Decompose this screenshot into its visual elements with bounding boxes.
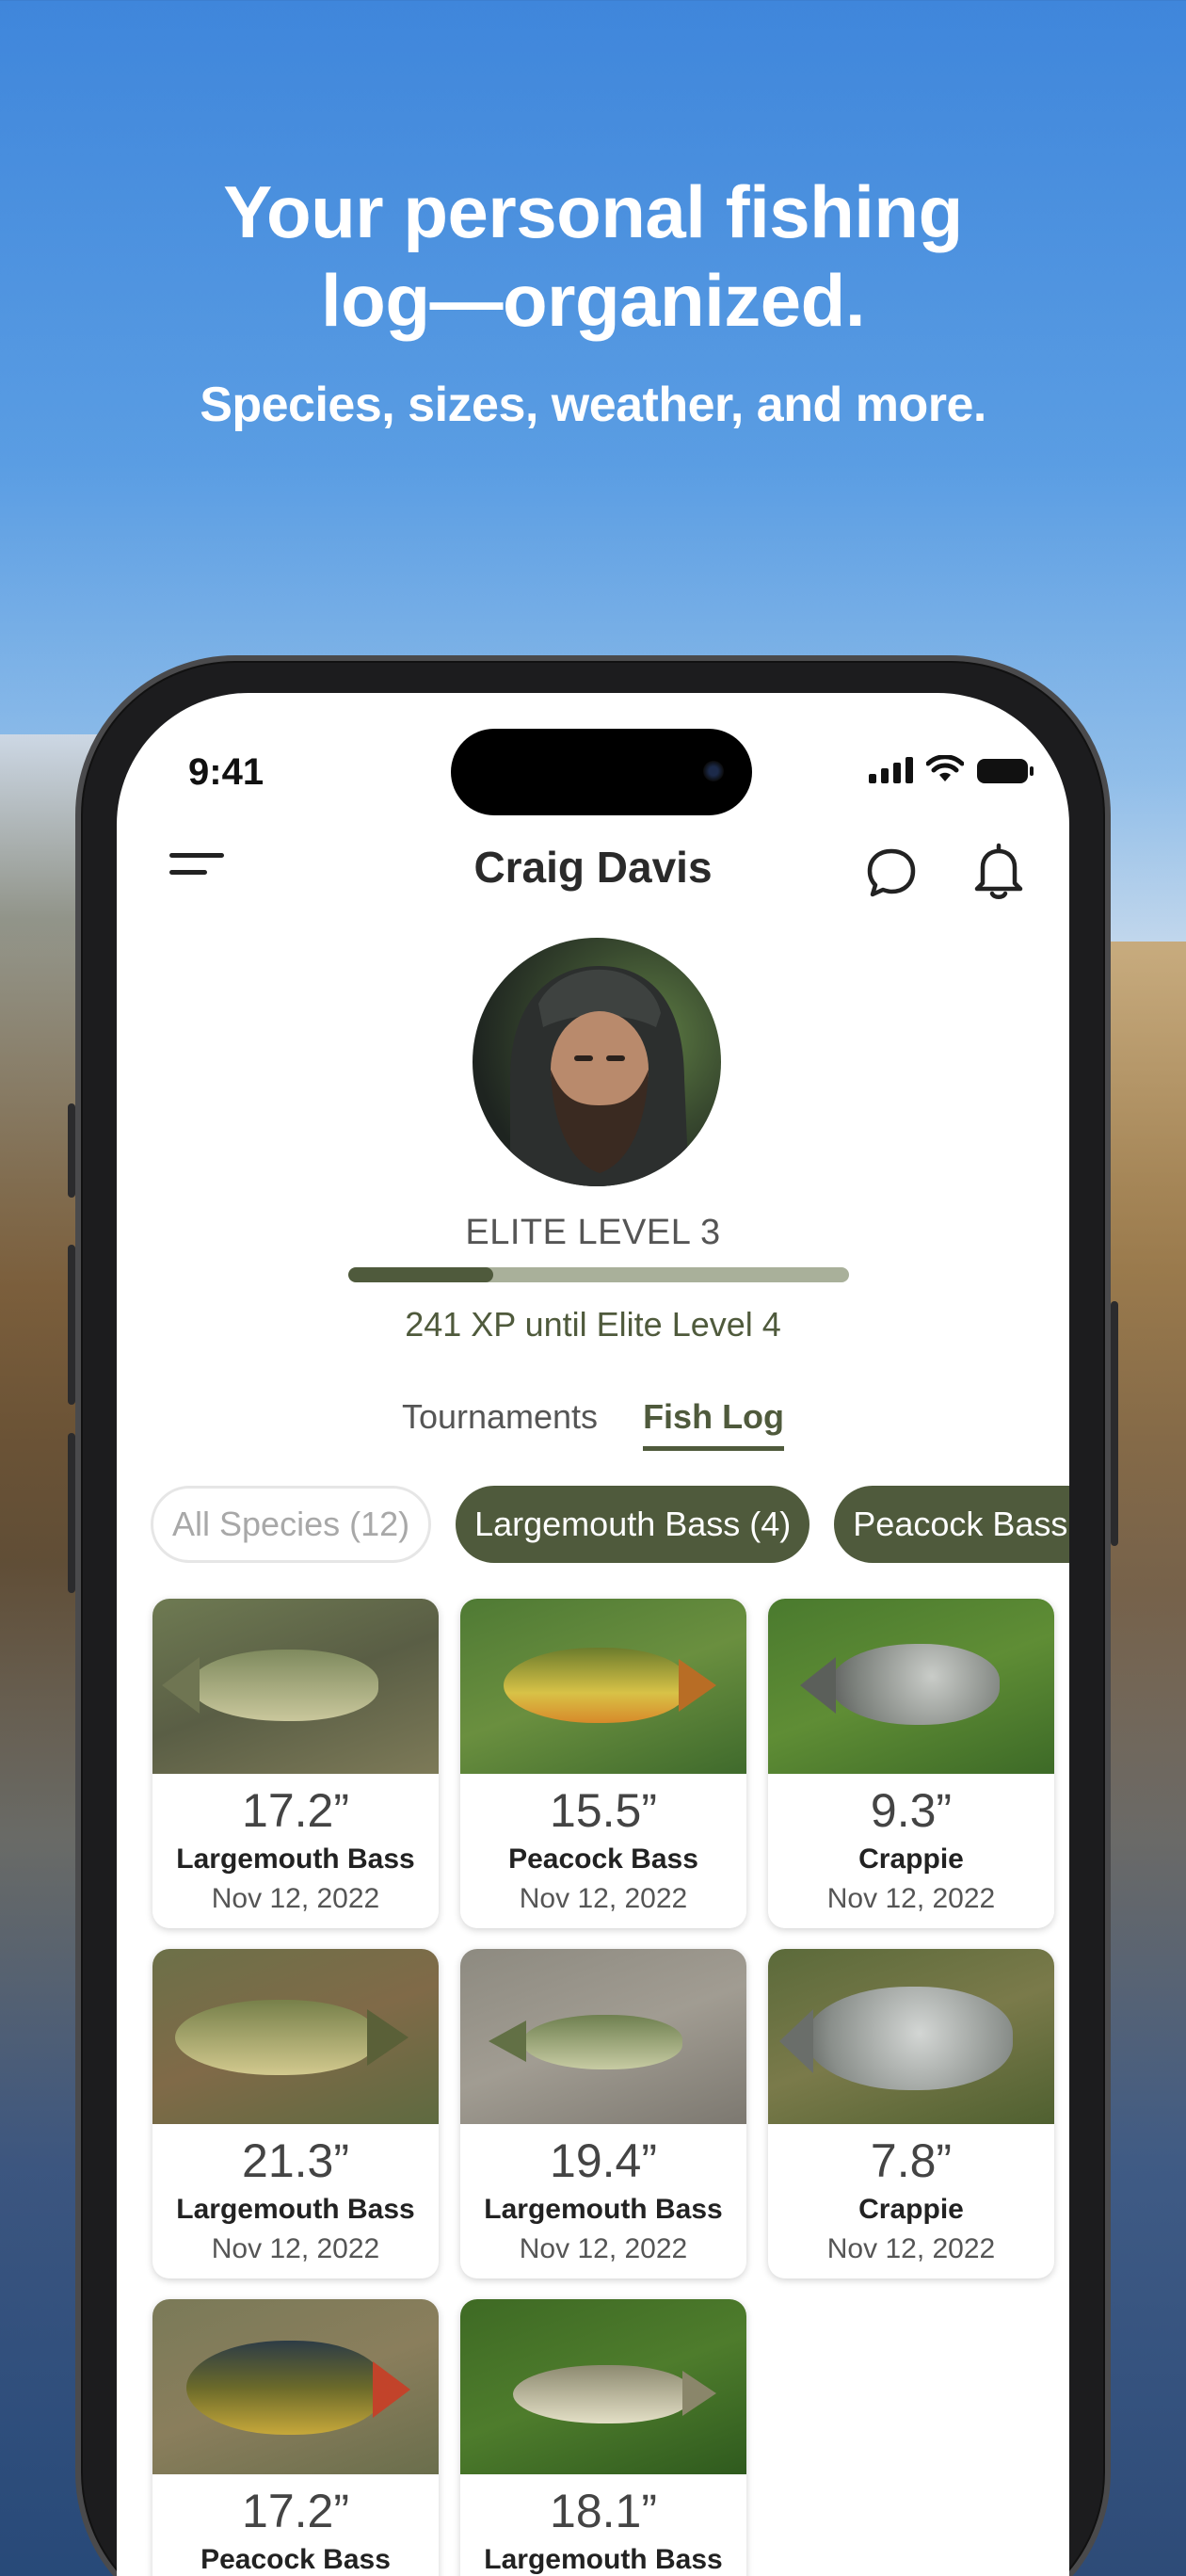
- phone-power-button: [1111, 1301, 1118, 1546]
- status-time: 9:41: [188, 751, 264, 793]
- phone-volume-up-button: [68, 1245, 75, 1405]
- filter-chip-largemouth-bass[interactable]: Largemouth Bass (4): [456, 1486, 810, 1563]
- catch-size: 19.4”: [550, 2134, 657, 2187]
- catch-date: Nov 12, 2022: [211, 1883, 380, 1914]
- catch-card[interactable]: 7.8” Crappie Nov 12, 2022: [768, 1949, 1054, 2278]
- species-filter-chips: All Species (12) Largemouth Bass (4) Pea…: [151, 1486, 1069, 1563]
- catch-date: Nov 12, 2022: [826, 1883, 996, 1914]
- profile-tabs: Tournaments Fish Log: [117, 1397, 1069, 1451]
- status-icons: [869, 755, 1034, 783]
- catch-date: Nov 12, 2022: [826, 2233, 996, 2264]
- catch-card[interactable]: 19.4” Largemouth Bass Nov 12, 2022: [460, 1949, 746, 2278]
- catch-photo: [152, 2299, 439, 2474]
- avatar-portrait: [510, 966, 689, 1186]
- catch-date: Nov 12, 2022: [519, 1883, 688, 1914]
- catch-card[interactable]: 21.3” Largemouth Bass Nov 12, 2022: [152, 1949, 439, 2278]
- phone-screen: 9:41 Craig Davis ELITE LEVEL 3 241 XP un…: [117, 693, 1069, 2576]
- catch-size: 21.3”: [242, 2134, 349, 2187]
- catch-size: 18.1”: [550, 2485, 657, 2537]
- promo-subline: Species, sizes, weather, and more.: [200, 378, 986, 432]
- catch-card[interactable]: 17.2” Peacock Bass: [152, 2299, 439, 2576]
- catch-photo: [152, 1599, 439, 1774]
- catch-species: Peacock Bass: [200, 2544, 391, 2575]
- catch-size: 17.2”: [242, 1784, 349, 1837]
- xp-remaining-text: 241 XP until Elite Level 4: [405, 1305, 781, 1344]
- catch-size: 15.5”: [550, 1784, 657, 1837]
- catch-size: 9.3”: [870, 1784, 953, 1837]
- catch-card[interactable]: 17.2” Largemouth Bass Nov 12, 2022: [152, 1599, 439, 1928]
- catch-photo: [152, 1949, 439, 2124]
- battery-icon: [977, 759, 1034, 783]
- catch-photo: [768, 1599, 1054, 1774]
- xp-progress-bar: [348, 1267, 849, 1282]
- catch-photo: [460, 2299, 746, 2474]
- promo-headline-line2: log—organized.: [321, 259, 866, 342]
- catch-card[interactable]: 9.3” Crappie Nov 12, 2022: [768, 1599, 1054, 1928]
- catch-photo: [460, 1599, 746, 1774]
- avatar[interactable]: [473, 938, 721, 1186]
- filter-chip-all-species[interactable]: All Species (12): [151, 1486, 432, 1563]
- front-camera-icon: [703, 761, 724, 781]
- catch-species: Largemouth Bass: [484, 2544, 723, 2575]
- catch-card[interactable]: 18.1” Largemouth Bass: [460, 2299, 746, 2576]
- chat-bubble-icon[interactable]: [864, 845, 919, 900]
- catch-species: Largemouth Bass: [484, 2194, 723, 2225]
- phone-action-button: [68, 1103, 75, 1198]
- catch-photo: [768, 1949, 1054, 2124]
- signal-icon: [869, 757, 913, 783]
- phone-frame: 9:41 Craig Davis ELITE LEVEL 3 241 XP un…: [68, 655, 1118, 2576]
- catch-size: 7.8”: [870, 2134, 953, 2187]
- catch-species: Crappie: [858, 1843, 964, 1875]
- page-title: Craig Davis: [473, 843, 713, 892]
- catch-species: Largemouth Bass: [176, 2194, 415, 2225]
- promo-headline: Your personal fishing log—organized.: [0, 168, 1186, 345]
- catch-date: Nov 12, 2022: [519, 2233, 688, 2264]
- promo-headline-line1: Your personal fishing: [223, 170, 963, 253]
- bell-icon[interactable]: [970, 840, 1028, 902]
- dynamic-island: [451, 729, 752, 815]
- catch-photo: [460, 1949, 746, 2124]
- catch-date: Nov 12, 2022: [211, 2233, 380, 2264]
- tab-tournaments[interactable]: Tournaments: [402, 1397, 598, 1451]
- filter-chip-peacock-bass[interactable]: Peacock Bass (2: [834, 1486, 1069, 1563]
- wifi-icon: [926, 755, 964, 781]
- xp-progress-fill: [348, 1267, 494, 1282]
- elite-level-label: ELITE LEVEL 3: [465, 1213, 721, 1252]
- catch-species: Crappie: [858, 2194, 964, 2225]
- catch-species: Largemouth Bass: [176, 1843, 415, 1875]
- catch-card[interactable]: 15.5” Peacock Bass Nov 12, 2022: [460, 1599, 746, 1928]
- phone-volume-down-button: [68, 1433, 75, 1593]
- catch-size: 17.2”: [242, 2485, 349, 2537]
- tab-fish-log[interactable]: Fish Log: [643, 1397, 785, 1451]
- catch-species: Peacock Bass: [508, 1843, 698, 1875]
